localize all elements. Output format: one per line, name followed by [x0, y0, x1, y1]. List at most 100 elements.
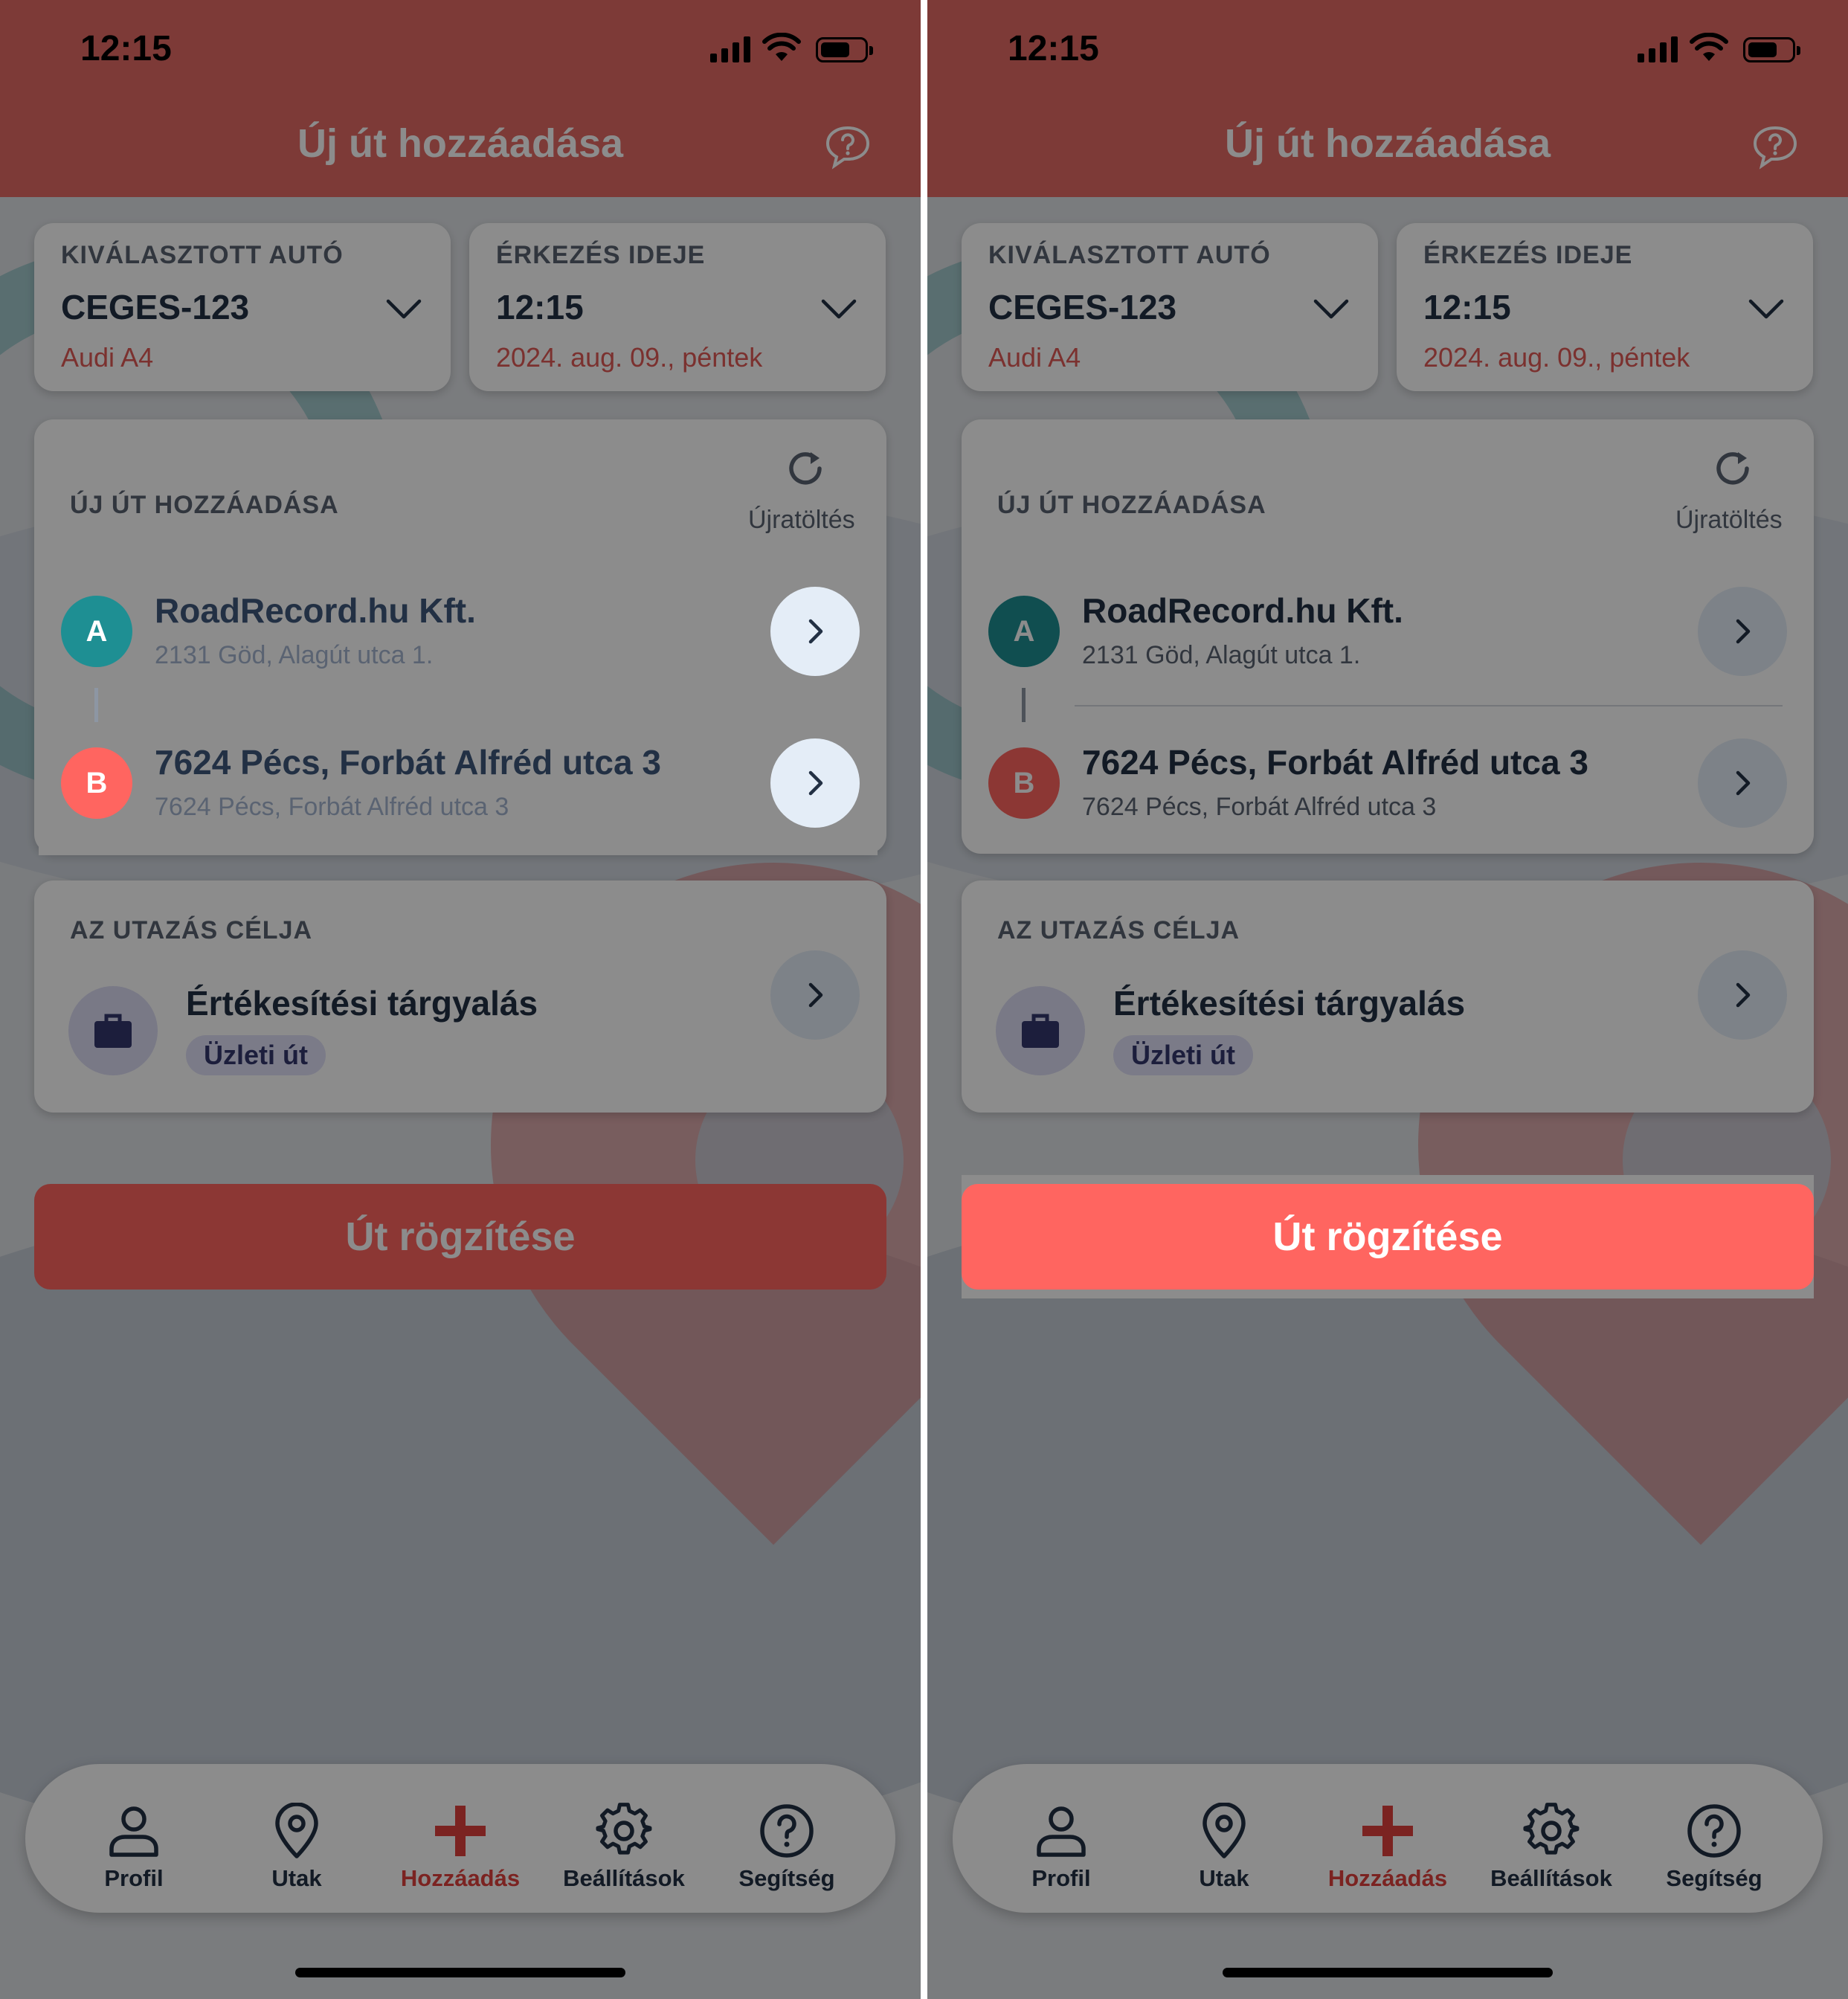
- trip-type-chip: Üzleti út: [1113, 1035, 1253, 1075]
- trip-type-chip: Üzleti út: [186, 1035, 326, 1075]
- purpose-label: AZ UTAZÁS CÉLJA: [70, 916, 313, 944]
- status-bar: 12:15: [927, 0, 1848, 104]
- reload-icon[interactable]: [782, 446, 830, 494]
- phone-screen-2: 12:15 Új út hozzáadása KIVÁLASZTOTT AUTÓ…: [927, 0, 1848, 1999]
- tab-label: Utak: [1199, 1865, 1249, 1891]
- tab-beallitasok[interactable]: Beállítások: [542, 1764, 706, 1913]
- chevron-right-icon: [808, 770, 823, 796]
- arrival-selector[interactable]: ÉRKEZÉS IDEJE 12:15 2024. aug. 09., pént…: [1397, 223, 1813, 391]
- car-label: KIVÁLASZTOTT AUTÓ: [61, 241, 344, 269]
- car-plate: CEGES-123: [61, 288, 250, 326]
- tab-hozzaadas[interactable]: Hozzáadás: [379, 1764, 542, 1913]
- marker-b: B: [988, 747, 1060, 819]
- destination-open-button[interactable]: [1698, 738, 1787, 828]
- chevron-right-icon: [1736, 982, 1751, 1008]
- destination-address: 7624 Pécs, Forbát Alfréd utca 3: [155, 793, 509, 821]
- plus-icon: [1362, 1806, 1413, 1856]
- help-circle-icon: [1687, 1804, 1741, 1858]
- tab-utak[interactable]: Utak: [215, 1764, 379, 1913]
- tab-label: Utak: [271, 1865, 322, 1891]
- arrival-date: 2024. aug. 09., péntek: [1423, 342, 1690, 373]
- bottom-tab-bar: Profil Utak Hozzáadás Beállítások Segíts…: [25, 1764, 895, 1913]
- tab-segitseg[interactable]: Segítség: [705, 1764, 869, 1913]
- car-selector[interactable]: KIVÁLASZTOTT AUTÓ CEGES-123 Audi A4: [34, 223, 451, 391]
- gear-icon: [596, 1803, 652, 1855]
- tab-beallitasok[interactable]: Beállítások: [1469, 1764, 1633, 1913]
- battery-icon: [1743, 37, 1800, 62]
- tab-label: Beállítások: [1490, 1865, 1612, 1891]
- status-time: 12:15: [1008, 29, 1099, 68]
- tab-utak[interactable]: Utak: [1142, 1764, 1306, 1913]
- purpose-icon-wrap: [68, 986, 158, 1075]
- map-pin-icon: [1203, 1803, 1246, 1858]
- purpose-title: Értékesítési tárgyalás: [1113, 984, 1466, 1023]
- home-indicator: [1223, 1968, 1553, 1977]
- wifi-icon: [762, 33, 801, 61]
- arrival-selector[interactable]: ÉRKEZÉS IDEJE 12:15 2024. aug. 09., pént…: [469, 223, 886, 391]
- page-title: Új út hozzáadása: [1224, 121, 1551, 166]
- purpose-open-button[interactable]: [770, 950, 860, 1040]
- tab-label: Hozzáadás: [400, 1865, 521, 1891]
- purpose-card[interactable]: AZ UTAZÁS CÉLJA Értékesítési tárgyalás Ü…: [962, 881, 1814, 1113]
- origin-title: RoadRecord.hu Kft.: [1082, 591, 1403, 630]
- purpose-label: AZ UTAZÁS CÉLJA: [997, 916, 1240, 944]
- chevron-down-icon: [821, 299, 857, 319]
- reload-label[interactable]: Újratöltés: [1675, 506, 1783, 535]
- chevron-right-icon: [808, 982, 823, 1008]
- tab-label: Segítség: [1666, 1865, 1762, 1891]
- signal-icon: [710, 36, 750, 62]
- chat-question-icon[interactable]: [1751, 123, 1799, 171]
- reload-label[interactable]: Újratöltés: [748, 506, 855, 535]
- tab-label: Profil: [104, 1865, 164, 1891]
- chat-question-icon[interactable]: [824, 123, 872, 171]
- arrival-time: 12:15: [496, 288, 584, 326]
- marker-b: B: [61, 747, 132, 819]
- plus-icon: [435, 1806, 486, 1856]
- wifi-icon: [1690, 33, 1728, 61]
- car-selector[interactable]: KIVÁLASZTOTT AUTÓ CEGES-123 Audi A4: [962, 223, 1378, 391]
- tab-profil[interactable]: Profil: [52, 1764, 216, 1913]
- destination-title: 7624 Pécs, Forbát Alfréd utca 3: [1082, 743, 1588, 782]
- record-trip-button[interactable]: Út rögzítése: [962, 1184, 1814, 1290]
- route-connector: [94, 688, 98, 722]
- origin-address: 2131 Göd, Alagút utca 1.: [1082, 641, 1361, 669]
- route-card: ÚJ ÚT HOZZÁADÁSA Újratöltés: [962, 419, 1814, 854]
- tab-profil[interactable]: Profil: [979, 1764, 1143, 1913]
- tab-label: Hozzáadás: [1327, 1865, 1448, 1891]
- route-connector: [1022, 688, 1026, 722]
- record-trip-button[interactable]: Út rögzítése: [34, 1184, 886, 1290]
- status-time: 12:15: [80, 29, 172, 68]
- purpose-title: Értékesítési tárgyalás: [186, 984, 538, 1023]
- app-bar: Új út hozzáadása: [927, 104, 1848, 197]
- person-icon: [1037, 1806, 1086, 1857]
- chevron-down-icon: [1313, 299, 1349, 319]
- screen-divider: [921, 0, 927, 1999]
- tab-segitseg[interactable]: Segítség: [1632, 1764, 1796, 1913]
- arrival-label: ÉRKEZÉS IDEJE: [496, 241, 706, 269]
- route-label: ÚJ ÚT HOZZÁADÁSA: [997, 491, 1266, 519]
- tab-hozzaadas[interactable]: Hozzáadás: [1306, 1764, 1469, 1913]
- tab-label: Beállítások: [563, 1865, 685, 1891]
- help-circle-icon: [760, 1804, 814, 1858]
- car-model: Audi A4: [988, 342, 1081, 373]
- purpose-open-button[interactable]: [1698, 950, 1787, 1040]
- chevron-down-icon: [386, 299, 422, 319]
- map-pin-icon: [275, 1803, 318, 1858]
- car-plate: CEGES-123: [988, 288, 1177, 326]
- origin-title: RoadRecord.hu Kft.: [155, 591, 476, 630]
- chevron-right-icon: [808, 619, 823, 644]
- arrival-time: 12:15: [1423, 288, 1511, 326]
- destination-open-button[interactable]: [770, 738, 860, 828]
- chevron-right-icon: [1736, 619, 1751, 644]
- signal-icon: [1638, 36, 1678, 62]
- reload-icon[interactable]: [1710, 446, 1757, 494]
- chevron-down-icon: [1748, 299, 1784, 319]
- battery-icon: [816, 37, 873, 62]
- origin-open-button[interactable]: [1698, 587, 1787, 676]
- gear-icon: [1523, 1803, 1580, 1855]
- origin-open-button[interactable]: [770, 587, 860, 676]
- route-divider: [1075, 705, 1783, 706]
- purpose-card[interactable]: AZ UTAZÁS CÉLJA Értékesítési tárgyalás Ü…: [34, 881, 886, 1113]
- marker-a: A: [988, 596, 1060, 667]
- page-title: Új út hozzáadása: [297, 121, 624, 166]
